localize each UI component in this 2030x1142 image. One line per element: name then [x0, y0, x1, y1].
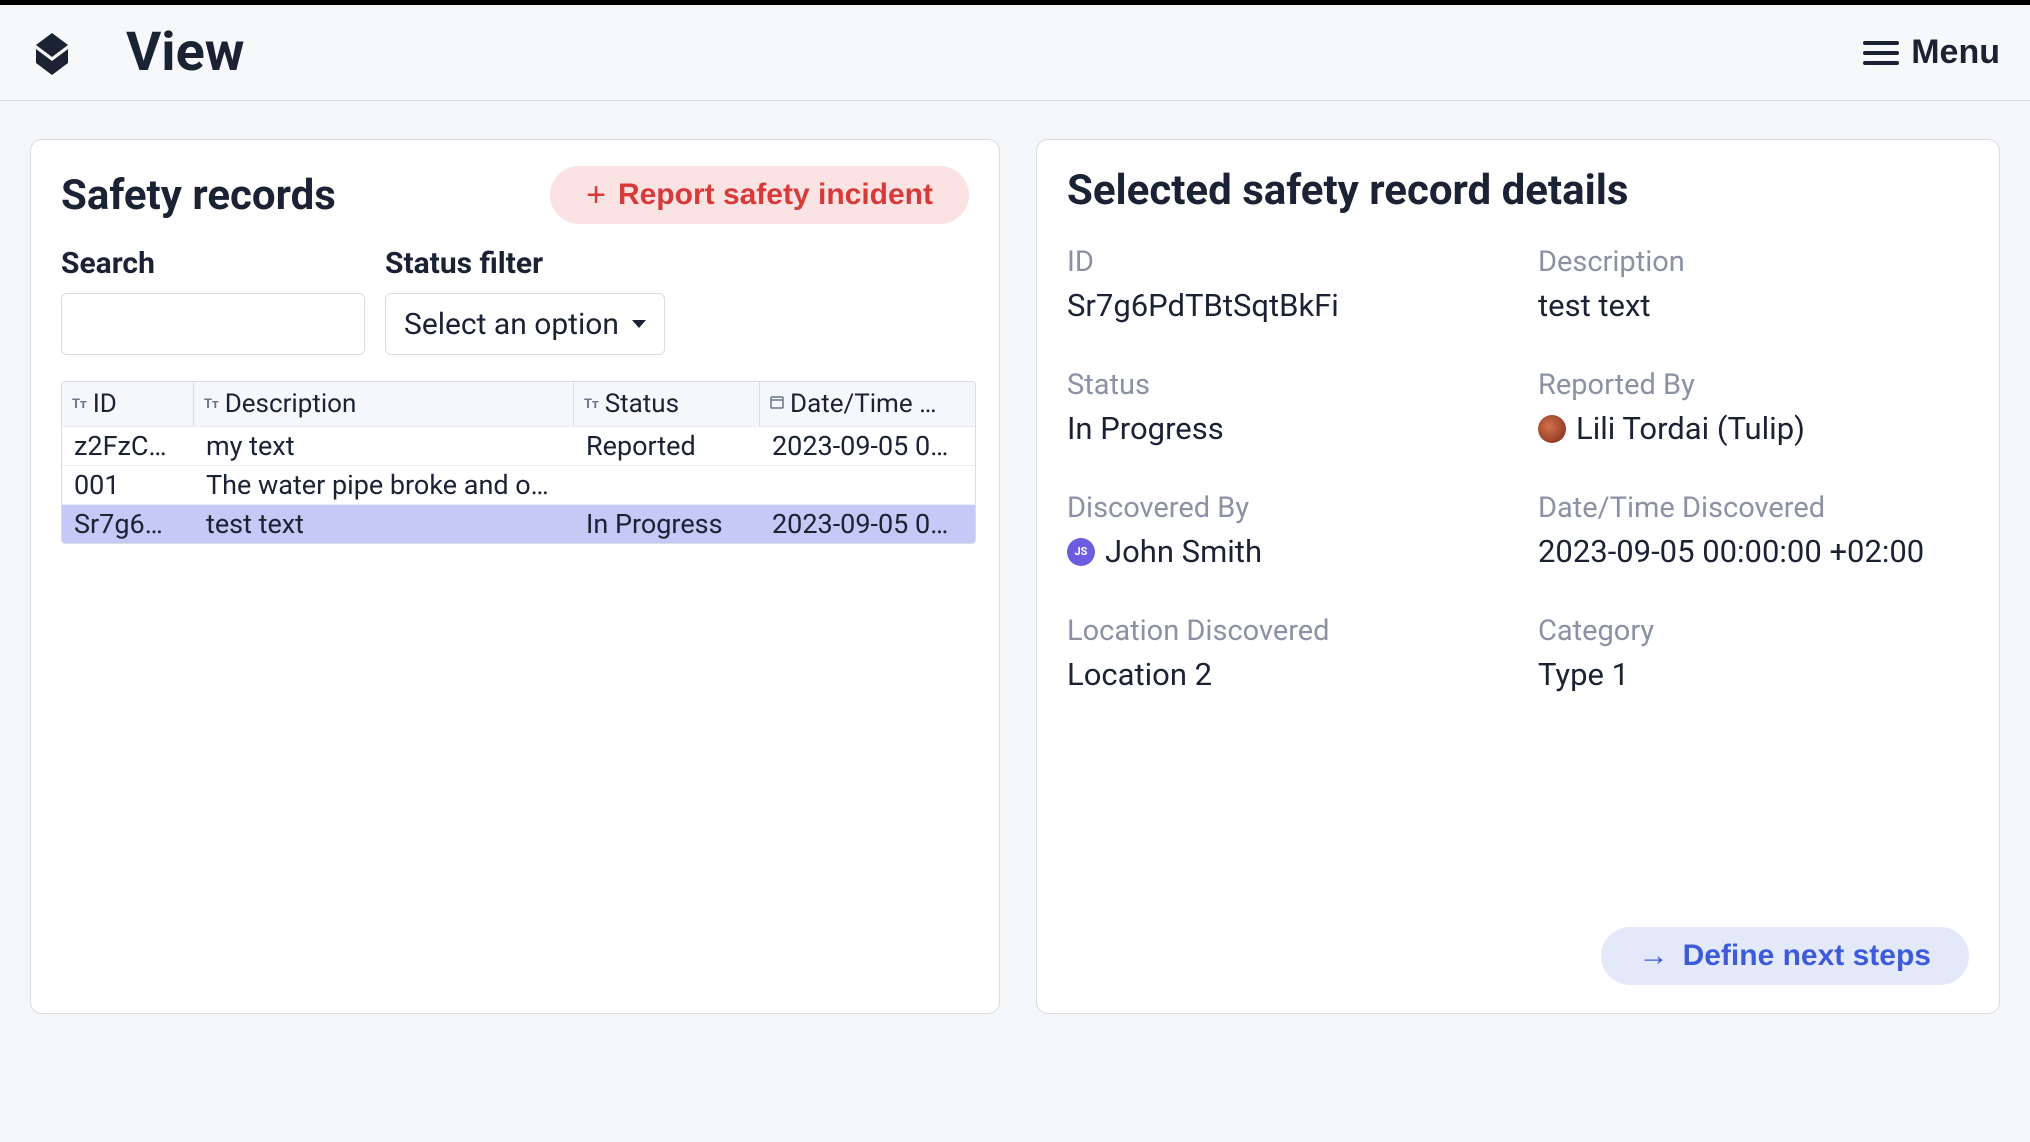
safety-records-title: Safety records [61, 171, 336, 220]
date-type-icon [770, 395, 784, 413]
page-title: View [126, 21, 244, 84]
table-row[interactable]: Sr7g6… test text In Progress 2023-09-05 … [62, 504, 975, 543]
text-type-icon: Tт [584, 397, 599, 412]
safety-records-panel: Safety records + Report safety incident … [30, 139, 1000, 1014]
status-filter-placeholder: Select an option [404, 307, 619, 342]
status-filter-group: Status filter Select an option [385, 246, 665, 355]
status-filter-label: Status filter [385, 246, 665, 281]
field-id: ID Sr7g6PdTBtSqtBkFi [1067, 245, 1498, 324]
column-header-description[interactable]: Tт Description [194, 382, 574, 426]
arrow-right-icon: → [1639, 939, 1669, 973]
record-details-panel: Selected safety record details ID Sr7g6P… [1036, 139, 2000, 1014]
search-filter-group: Search [61, 246, 365, 355]
text-type-icon: Tт [204, 397, 219, 412]
field-date-discovered: Date/Time Discovered 2023-09-05 00:00:00… [1538, 491, 1969, 570]
column-header-status[interactable]: Tт Status [574, 382, 760, 426]
field-location: Location Discovered Location 2 [1067, 614, 1498, 693]
avatar: JS [1067, 538, 1095, 566]
column-header-date[interactable]: Date/Time … [760, 382, 975, 426]
app-header: View Menu [0, 5, 2030, 101]
menu-button[interactable]: Menu [1863, 33, 2000, 72]
search-input[interactable] [61, 293, 365, 355]
field-discovered-by: Discovered By JS John Smith [1067, 491, 1498, 570]
define-next-steps-button[interactable]: → Define next steps [1601, 927, 1969, 985]
table-row[interactable]: z2FzC… my text Reported 2023-09-05 0… [62, 426, 975, 465]
app-logo [30, 31, 74, 75]
menu-label: Menu [1911, 33, 2000, 72]
hamburger-icon [1863, 41, 1899, 65]
status-filter-select[interactable]: Select an option [385, 293, 665, 355]
report-button-label: Report safety incident [618, 178, 933, 212]
search-label: Search [61, 246, 365, 281]
chevron-down-icon [632, 320, 646, 328]
define-button-label: Define next steps [1683, 939, 1931, 973]
records-table: Tт ID Tт Description Tт Status Date/Time… [61, 381, 976, 544]
avatar [1538, 415, 1566, 443]
column-header-id[interactable]: Tт ID [62, 382, 194, 426]
report-incident-button[interactable]: + Report safety incident [550, 166, 969, 224]
field-category: Category Type 1 [1538, 614, 1969, 693]
field-status: Status In Progress [1067, 368, 1498, 447]
details-title: Selected safety record details [1067, 166, 1969, 215]
plus-icon: + [586, 178, 606, 212]
table-row[interactable]: 001 The water pipe broke and o… [62, 465, 975, 504]
text-type-icon: Tт [72, 397, 87, 412]
table-header-row: Tт ID Tт Description Tт Status Date/Time… [62, 382, 975, 426]
field-description: Description test text [1538, 245, 1969, 324]
field-reported-by: Reported By Lili Tordai (Tulip) [1538, 368, 1969, 447]
